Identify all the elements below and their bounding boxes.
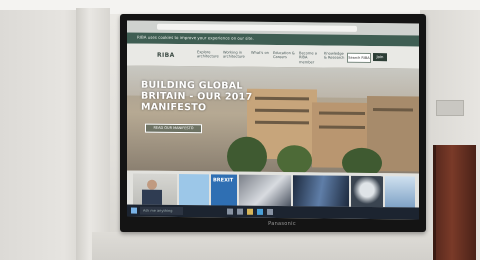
hero-tree	[227, 136, 267, 174]
nav-item-education[interactable]: Education & Careers	[273, 51, 295, 60]
hero-window-row	[319, 125, 365, 129]
hero-headline: BUILDING GLOBAL BRITAIN - OUR 2017 MANIF…	[141, 80, 252, 114]
nav-item-whats-on[interactable]: What's on	[251, 51, 269, 56]
taskbar-search-input[interactable]: Ask me anything	[140, 206, 183, 216]
hero-window-row	[319, 111, 365, 115]
wall-vent	[436, 100, 464, 116]
person-head	[147, 179, 157, 190]
thumbnail-dome[interactable]	[351, 175, 383, 208]
nav-item-membership[interactable]: Become a RIBA member	[299, 51, 321, 64]
search-input[interactable]: Search RIBA	[347, 52, 371, 64]
site-logo[interactable]: RIBA	[157, 52, 175, 59]
cookie-notice-text: RIBA uses cookies to improve your experi…	[137, 34, 254, 41]
wooden-door	[433, 145, 476, 260]
thumbnail-strip: BREXIT	[127, 170, 419, 208]
nav-item-explore[interactable]: Explore architecture	[197, 50, 219, 59]
hero-window-row	[255, 96, 309, 101]
address-bar[interactable]	[157, 23, 357, 32]
taskbar-app-icon[interactable]	[227, 208, 233, 215]
taskbar-app-icon[interactable]	[237, 208, 243, 215]
thumbnail-person[interactable]	[133, 173, 177, 205]
taskbar-app-icon[interactable]	[267, 208, 273, 215]
hero-window-row	[373, 108, 413, 112]
hero-window-row	[255, 120, 309, 125]
nav-item-working[interactable]: Working in architecture	[223, 50, 247, 59]
hero-banner: BUILDING GLOBAL BRITAIN - OUR 2017 MANIF…	[127, 65, 419, 174]
browser-icon[interactable]	[257, 208, 263, 215]
person-suit	[142, 189, 162, 205]
thumbnail-architecture[interactable]	[239, 174, 291, 207]
windows-start-icon[interactable]	[131, 207, 137, 214]
folder-icon[interactable]	[247, 208, 253, 215]
hero-window-row	[255, 108, 309, 113]
thumbnail-structure[interactable]	[385, 176, 415, 208]
thumbnail-sky[interactable]	[179, 174, 209, 206]
brexit-label: BREXIT	[213, 177, 234, 184]
thumbnail-blue[interactable]	[293, 175, 349, 207]
display-screen: RIBA uses cookies to improve your experi…	[127, 20, 419, 220]
room-scene: Panasonic RIBA uses cookies to improve y…	[0, 0, 480, 260]
lower-wall-panels	[92, 232, 432, 260]
hero-tree	[277, 145, 312, 174]
thumbnail-brexit[interactable]: BREXIT	[211, 174, 237, 206]
hero-headline-line: MANIFESTO	[141, 101, 207, 114]
read-manifesto-button[interactable]: READ OUR MANIFESTO	[145, 123, 202, 134]
site-nav: RIBA Explore architecture Working in arc…	[127, 43, 419, 69]
display-brand: Panasonic	[268, 221, 296, 227]
nav-item-knowledge[interactable]: Knowledge & Research	[324, 52, 346, 61]
wall-pilaster	[76, 8, 110, 260]
join-button[interactable]: Join	[373, 53, 387, 62]
hero-tree	[342, 147, 382, 174]
